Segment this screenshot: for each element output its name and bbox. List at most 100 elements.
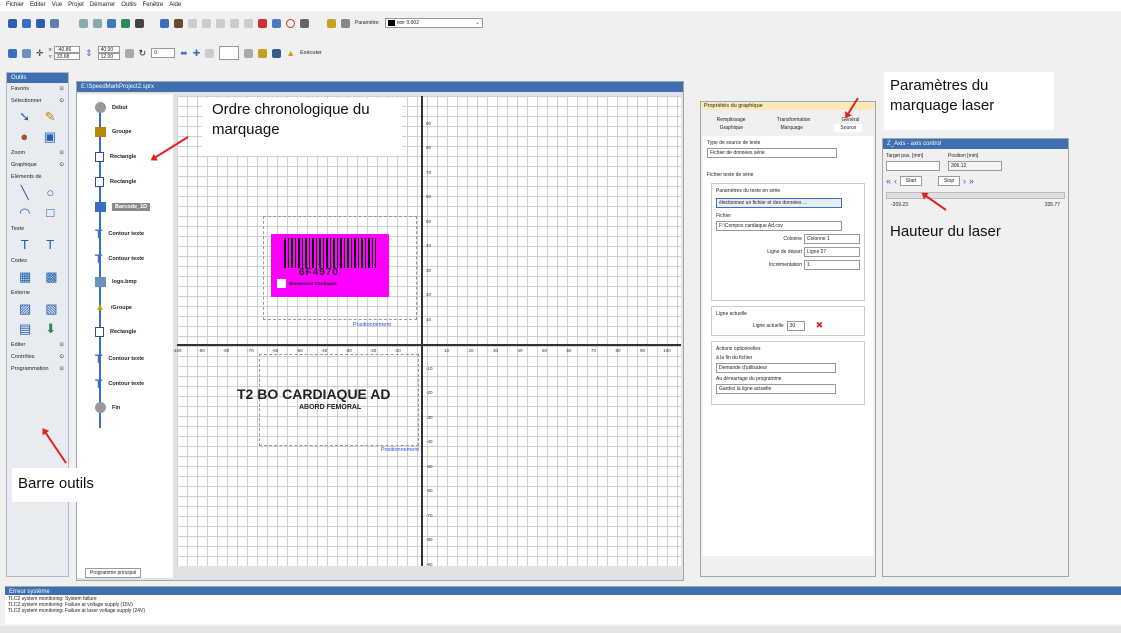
section-zoom[interactable]: Zoom ⊙ bbox=[7, 147, 68, 159]
menu-aide[interactable]: Aide bbox=[169, 2, 181, 9]
tab-source[interactable]: Source bbox=[834, 124, 863, 132]
redo-icon[interactable] bbox=[93, 18, 102, 28]
file-field[interactable]: F:\Compos cardiaque Ad.csv bbox=[716, 221, 842, 231]
tab-graphique[interactable]: Graphique bbox=[714, 124, 749, 132]
info-icon[interactable] bbox=[300, 18, 309, 28]
rotation-field[interactable]: 0 bbox=[151, 48, 176, 58]
menu-demarrer[interactable]: Démarrer bbox=[90, 2, 115, 9]
mirror-h-icon[interactable]: ⬌ bbox=[180, 48, 188, 59]
sub-text[interactable]: ABORD FEMORAL bbox=[299, 404, 361, 411]
barcode-icon[interactable]: ▦ bbox=[19, 270, 31, 284]
end-of-file-select[interactable]: Demande d'utilisateur bbox=[716, 363, 836, 373]
section-programmation[interactable]: Programmation ⊙ bbox=[7, 363, 68, 375]
vector-icon[interactable]: ▧ bbox=[45, 302, 57, 316]
stop-icon[interactable] bbox=[258, 18, 267, 28]
tab-marquage[interactable]: Marquage bbox=[774, 124, 809, 132]
open-icon[interactable] bbox=[22, 18, 31, 28]
new-icon[interactable] bbox=[8, 18, 17, 28]
select-mode-icon[interactable] bbox=[22, 48, 31, 58]
menu-projet[interactable]: Projet bbox=[68, 2, 84, 9]
tree-item-rectangle-2[interactable]: Rectangle bbox=[95, 177, 136, 187]
tree-item-contour-3[interactable]: T Contour texte bbox=[95, 352, 144, 366]
save-icon[interactable] bbox=[36, 18, 45, 28]
stop-button[interactable]: Stop bbox=[938, 176, 961, 186]
circle-icon[interactable]: ○ bbox=[45, 186, 57, 200]
execute-button[interactable]: Exécuter bbox=[300, 50, 322, 56]
copy-icon[interactable] bbox=[107, 18, 116, 28]
find-icon[interactable] bbox=[135, 18, 144, 28]
y-field[interactable]: 33.68 bbox=[53, 53, 80, 60]
tree-item-contour-2[interactable]: T Contour texte bbox=[95, 252, 144, 266]
move-icon[interactable]: ✛ bbox=[36, 48, 44, 59]
section-elements[interactable]: Eléments de bbox=[7, 171, 68, 183]
tab-transformation[interactable]: Transformation bbox=[771, 116, 816, 124]
start-button[interactable]: Start bbox=[900, 176, 923, 186]
undo-icon[interactable] bbox=[79, 18, 88, 28]
fast-down-icon[interactable]: « bbox=[886, 176, 891, 186]
select-file-button[interactable]: électionnez un fichier et des données ..… bbox=[716, 198, 842, 208]
height-field[interactable]: 12.00 bbox=[97, 53, 120, 60]
source-type-select[interactable]: Fichier de données série bbox=[707, 148, 837, 158]
bitmap-icon[interactable]: ▨ bbox=[19, 302, 31, 316]
tree-item-contour-1[interactable]: T Contour texte bbox=[95, 227, 144, 241]
tree-item-groupe[interactable]: Groupe bbox=[95, 127, 132, 137]
save-all-icon[interactable] bbox=[50, 18, 59, 28]
up-icon[interactable]: › bbox=[963, 176, 966, 186]
tab-remplissage[interactable]: Remplissage bbox=[711, 116, 752, 124]
reset-icon[interactable]: ✖ bbox=[816, 320, 824, 331]
ungroup-icon[interactable] bbox=[174, 18, 183, 28]
tree-item-rectangle-1[interactable]: Rectangle bbox=[95, 152, 136, 162]
ring-icon[interactable] bbox=[244, 48, 254, 58]
group-icon[interactable] bbox=[160, 18, 169, 28]
x-field[interactable]: -40.86 bbox=[54, 46, 81, 53]
rectangle-icon[interactable]: □ bbox=[45, 206, 57, 220]
tree-item-barcode[interactable]: Barcode_1D bbox=[95, 202, 151, 212]
tree-item-logo[interactable]: logo.bmp bbox=[95, 277, 137, 287]
section-editer[interactable]: Editer ⊙ bbox=[7, 339, 68, 351]
section-favoris[interactable]: Favoris ⊙ bbox=[7, 83, 68, 95]
select-icon[interactable] bbox=[8, 48, 17, 58]
magenta-rectangle[interactable]: 6F4970 Biosenseur Cardiaque bbox=[271, 234, 389, 297]
resize-icon[interactable]: ⇕ bbox=[85, 48, 93, 59]
width-field[interactable]: 40.00 bbox=[97, 46, 120, 53]
prohibited-icon[interactable] bbox=[286, 18, 295, 28]
param-select[interactable]: noir 0.002 ⌄ bbox=[384, 18, 483, 28]
text-frame-icon[interactable]: T bbox=[45, 238, 57, 252]
main-text[interactable]: T2 BO CARDIAQUE AD bbox=[237, 386, 391, 402]
tree-item-fin[interactable]: Fin bbox=[95, 402, 120, 413]
pdf-icon[interactable]: ▤ bbox=[19, 322, 31, 336]
marking-canvas[interactable]: -100 -90 -80 -70 -60 -50 -40 -30 -20 -10 10 20 30 40 5… bbox=[172, 96, 681, 567]
align3-icon[interactable] bbox=[216, 18, 225, 28]
section-externe[interactable]: Externe bbox=[7, 287, 68, 299]
tree-item-end-group[interactable]: ▲/Groupe bbox=[95, 302, 132, 313]
section-selectionner[interactable]: Sélectionner ⊙ bbox=[7, 95, 68, 107]
menu-fichier[interactable]: Fichier bbox=[6, 2, 24, 9]
laser-icon[interactable] bbox=[258, 48, 268, 58]
zoom-fit-icon[interactable]: ▣ bbox=[44, 130, 56, 144]
hand-icon[interactable]: ● bbox=[19, 130, 30, 144]
start-line-field[interactable]: Ligne 27 bbox=[804, 247, 860, 257]
down-icon[interactable]: ‹ bbox=[894, 176, 897, 186]
arc-icon[interactable]: ◠ bbox=[19, 206, 31, 220]
section-texte[interactable]: Texte bbox=[7, 223, 68, 235]
align5-icon[interactable] bbox=[244, 18, 253, 28]
distort-fields[interactable] bbox=[219, 46, 240, 60]
distort-icon[interactable] bbox=[205, 48, 215, 58]
text-icon[interactable]: T bbox=[19, 238, 31, 252]
menu-editer[interactable]: Editer bbox=[30, 2, 46, 9]
brush-icon[interactable] bbox=[341, 18, 350, 28]
section-codes[interactable]: Codes bbox=[7, 255, 68, 267]
rotate-icon[interactable]: ↻ bbox=[139, 48, 147, 59]
datamatrix-icon[interactable]: ▩ bbox=[45, 270, 57, 284]
pointer-icon[interactable]: ➘ bbox=[19, 110, 31, 124]
fast-up-icon[interactable]: » bbox=[969, 176, 974, 186]
section-graphique[interactable]: Graphique ⊙ bbox=[7, 159, 68, 171]
paste-icon[interactable] bbox=[121, 18, 130, 28]
line-icon[interactable]: ╲ bbox=[19, 186, 31, 200]
section-controles[interactable]: Contrôles ⊙ bbox=[7, 351, 68, 363]
tree-item-debut[interactable]: Début bbox=[95, 102, 128, 113]
preview-icon[interactable] bbox=[272, 18, 281, 28]
menu-fenetre[interactable]: Fenêtre bbox=[143, 2, 164, 9]
car-icon[interactable] bbox=[272, 48, 282, 58]
tree-item-rectangle-3[interactable]: Rectangle bbox=[95, 327, 136, 337]
